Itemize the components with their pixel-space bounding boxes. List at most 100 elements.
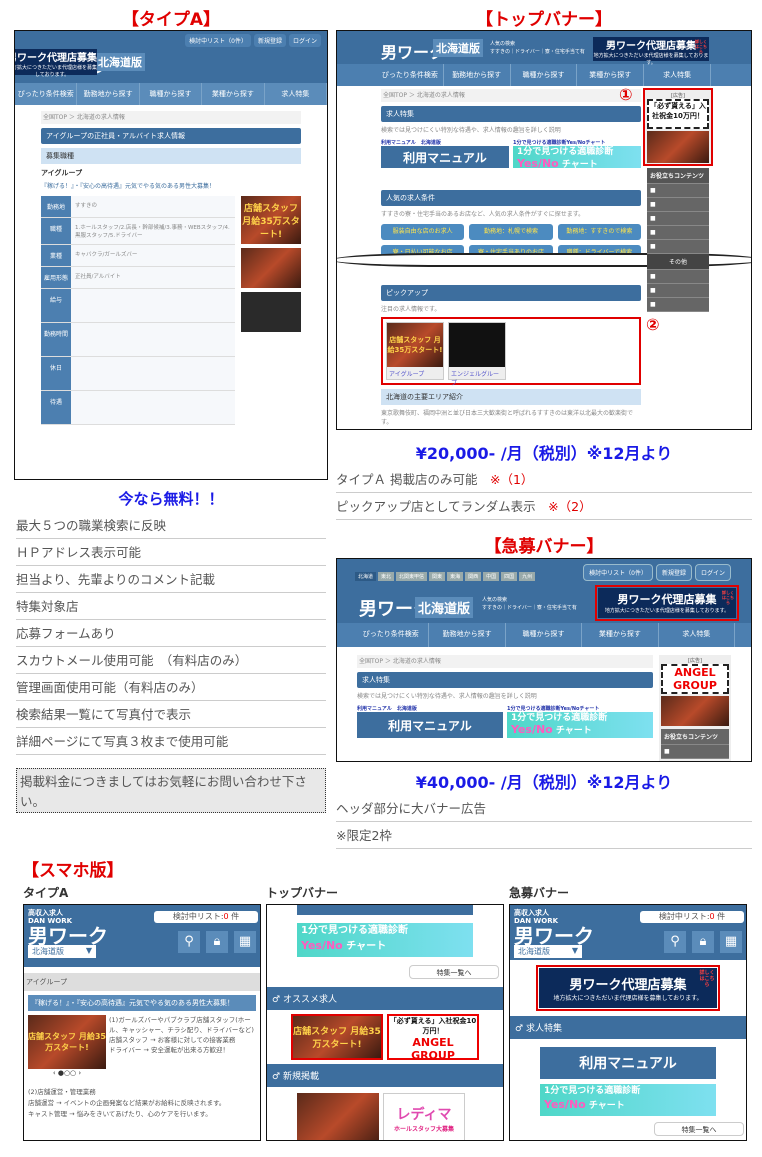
pickup-photo — [449, 323, 505, 367]
ad-label: [広告] — [688, 658, 702, 664]
list-num: 0 — [709, 912, 715, 921]
nav-item: 勤務地から探す — [77, 83, 140, 105]
contact-note: 掲載料金につきましてはお気軽にお問い合わせ下さい。 — [16, 768, 326, 813]
catch: 『稼げる！』・『安心の高待遇』元気でやる気のある男性大募集！ — [28, 995, 256, 1011]
nav-item: 求人特集 — [265, 83, 327, 105]
feature-item: スカウトメール使用可能 （有料店のみ） — [16, 647, 326, 674]
ladies-sub: ホールスタッフ大募集 — [393, 1126, 454, 1133]
manual-title: 利用マニュアル 北海道版 — [357, 706, 417, 712]
list-count[interactable]: 検討中リスト:0 件 — [154, 911, 258, 923]
agency-sub: 地方拡大につきただいま代理店様を募集しております。 — [593, 53, 709, 66]
urgent-banner-box[interactable]: 男ワーク代理店募集 地方拡大につきただいま代理店様を募集しております。 詳しくはこち… — [536, 965, 720, 1011]
row-header: 業種 — [41, 245, 71, 266]
table-row: 職種 1.ホールスタッフ/2.店長・幹部候補/3.事務・WEBスタッフ/4.黒服ス… — [41, 218, 235, 245]
phone-label-type-a: タイプA — [23, 886, 69, 900]
new-ad[interactable] — [297, 1093, 379, 1140]
pickup-box: 店舗スタッフ 月給35万スタート! アイグループ エンジェルグループ — [381, 317, 641, 387]
agency-banner: 男ワーク代理店募集 地方拡大につきただいま代理店様を募集しております。 詳しくはこち… — [539, 968, 717, 1008]
row-header: 雇用形態 — [41, 267, 71, 288]
nav-item: 職種から探す — [506, 623, 583, 647]
job-desc: (1)ガールズバーやパブクラブ店舗スタッフ(ホール、キャッシャー、チラシ配り、ド… — [109, 1016, 254, 1034]
smartphone-title: 【スマホ版】 — [22, 861, 124, 881]
nav-item: 業種から探す — [577, 64, 645, 86]
chart-banner[interactable]: 1分で見つける適職診断 Yes/No チャート — [540, 1084, 716, 1116]
list-unit: 件 — [231, 912, 240, 921]
region-tab: 北海道 — [355, 572, 377, 581]
free-label: 今なら無料！！ — [118, 490, 224, 508]
chart-banner-text: 1分で見つける適職診断 — [544, 1086, 641, 1096]
carousel-dots[interactable]: ‹ ●○○ › — [28, 1069, 106, 1077]
feature-label: 求人特集 — [525, 1024, 562, 1034]
breadcrumb: 全国TOP ＞ 北海道の求人情報 — [381, 89, 641, 102]
nav-item: 求人特集 — [644, 64, 711, 86]
recommend-ad[interactable]: 「必ず貰える」入社祝金10万円！ ANGEL GROUP — [387, 1014, 479, 1062]
pickup-shop[interactable]: エンジェルグループ — [449, 367, 505, 389]
pickup-shop[interactable]: アイグループ — [387, 367, 443, 380]
chart-banner-text: 1分で見つける適職診断 — [517, 147, 614, 157]
agency-sub: 地方拡大につきただいま代理店様を募集しております。 — [14, 65, 98, 78]
chart-banner-chart: チャート — [346, 941, 387, 952]
login-button: ログイン — [694, 564, 731, 581]
more-button[interactable]: 特集一覧へ — [654, 1122, 744, 1136]
pref-select[interactable]: 北海道版 ▼ — [28, 945, 96, 958]
grid-icon[interactable]: ▦ — [720, 931, 742, 953]
chart-banner-yes: Yes/No — [517, 157, 559, 170]
chart-banner-chart: チャート — [561, 160, 598, 170]
region-tab: 東海 — [447, 572, 464, 581]
edition: 北海道版 — [433, 39, 483, 57]
feature-item: 応募フォームあり — [16, 620, 326, 647]
grid-icon[interactable]: ▦ — [234, 931, 256, 953]
pickup-desc: 注目の求人情報です。 — [381, 306, 441, 313]
pickup-bar: ピックアップ — [381, 285, 641, 301]
list-count[interactable]: 検討中リスト:0 件 — [640, 911, 744, 923]
region-tab: 中国 — [483, 572, 500, 581]
row-header: 勤務時間 — [41, 323, 71, 356]
row-value — [71, 289, 235, 322]
agency-text: 男ワーク代理店募集 — [606, 41, 696, 52]
region-tab: 東北 — [378, 572, 395, 581]
more-button[interactable]: 特集一覧へ — [409, 965, 499, 979]
row-header: 職種 — [41, 218, 71, 244]
feature-item: ＨＰアドレス表示可能 — [16, 539, 326, 566]
new-ad[interactable]: レディマ ホールスタッフ大募集 — [383, 1093, 465, 1140]
chart-banner-text: 1分で見つける適職診断 — [511, 713, 608, 723]
top-banner-items: タイプＡ 掲載店のみ可能 ※（1） ピックアップ店としてランダム表示 ※（2） — [336, 466, 752, 520]
pref-select[interactable]: 北海道版 ▼ — [514, 945, 582, 958]
type-a-title: 【タイプA】 — [121, 10, 221, 30]
manual-banner: 利用マニュアル — [357, 712, 503, 738]
job-desc: キャスト管理 → 悩みをきいてあげたり、心のケアを行います。 — [28, 1110, 212, 1118]
feature-bar-phone: ♂ 求人特集 — [510, 1016, 746, 1039]
region-tab: 関東 — [429, 572, 446, 581]
type-a-screenshot: 検討中リスト（0件） 新規登録 ログイン 男ワーク 北海道版 男ワーク代理店募集… — [14, 30, 328, 480]
lock-icon[interactable]: 🔒︎ — [206, 931, 228, 953]
list-unit: 件 — [717, 912, 726, 921]
urgent-banner-item: ※限定2枠 — [336, 822, 752, 849]
search-icon[interactable]: ⚲ — [178, 931, 200, 953]
row-value — [71, 391, 235, 424]
recommend-ad[interactable]: 店舗スタッフ 月給35万スタート! — [291, 1014, 383, 1060]
search-icon[interactable]: ⚲ — [664, 931, 686, 953]
chart-banner: 1分で見つける適職診断 Yes/No チャート — [297, 923, 473, 957]
breadcrumb: 全国TOP ＞ 北海道の求人情報 — [357, 655, 653, 668]
marker-2: ② — [646, 315, 660, 334]
side-menu-title: お役立ちコンテンツ — [661, 729, 729, 745]
row-header: 待遇 — [41, 391, 71, 424]
manual-banner[interactable]: 利用マニュアル — [540, 1047, 716, 1079]
phone-header: 高収入求人 DAN WORK 男ワーク 北海道版 ▼ 検討中リスト:0 件 ⚲ 🔒︎ ▦ — [24, 905, 260, 967]
nav-item: ぴったり条件検索 — [15, 83, 78, 105]
feature-item: 最大５つの職業検索に反映 — [16, 512, 326, 539]
phone-type-a: 高収入求人 DAN WORK 男ワーク 北海道版 ▼ 検討中リスト:0 件 ⚲ 🔒︎ ▦… — [23, 904, 261, 1141]
chevron-down-icon: ▼ — [571, 946, 578, 955]
region-tab: 四国 — [501, 572, 518, 581]
breadcrumb: 全国TOP ＞ 北海道の求人情報 — [41, 111, 301, 124]
feature-item: 特集対象店 — [16, 593, 326, 620]
nav-item: 業種から探す — [582, 623, 659, 647]
lock-icon[interactable]: 🔒︎ — [692, 931, 714, 953]
popular-links: すすきの｜ドライバー｜寮・住宅手当て有 — [490, 49, 585, 55]
agency-here: 詳しくはこちら — [699, 970, 715, 988]
nav-item: 勤務地から探す — [444, 64, 511, 86]
phone-urgent-banner: 高収入求人 DAN WORK 男ワーク 北海道版 ▼ 検討中リスト:0 件 ⚲ 🔒︎ ▦… — [509, 904, 747, 1141]
urgent-banner-price: ¥40,000- /月（税別）※12月より — [415, 773, 673, 792]
manual-banner: 利用マニュアル — [381, 146, 509, 168]
chart-banner-yes: Yes/No — [511, 723, 553, 736]
